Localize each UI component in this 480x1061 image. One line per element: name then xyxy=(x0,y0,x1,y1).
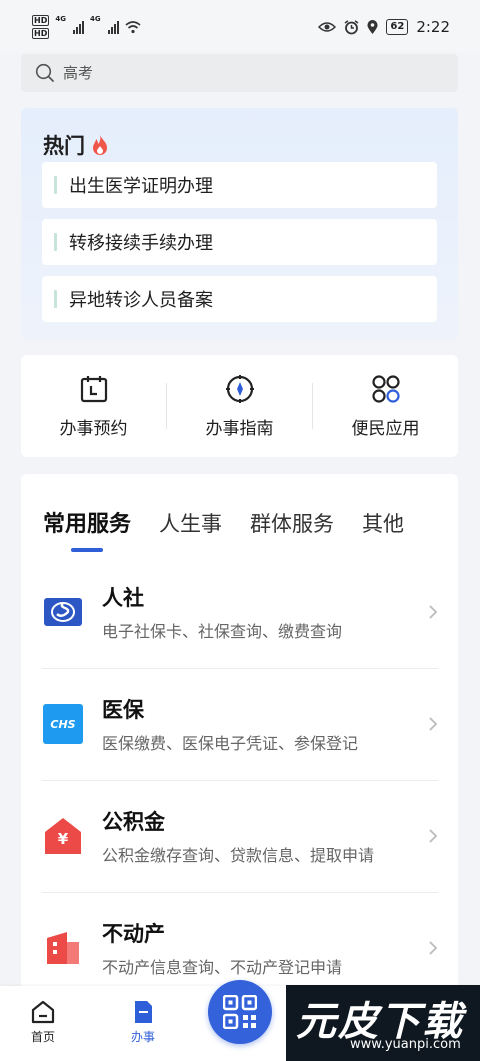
battery-level: 62 xyxy=(386,19,409,35)
service-name: 医保 xyxy=(102,698,144,722)
document-icon xyxy=(135,1001,152,1023)
hot-item-marker xyxy=(54,290,57,308)
status-left: HD HD 4G 4G xyxy=(32,15,141,39)
wifi-icon xyxy=(125,21,141,34)
service-tabs: 常用服务 人生事 群体服务 其他 xyxy=(43,506,404,552)
quick-apps[interactable]: 便民应用 xyxy=(313,374,458,439)
service-desc: 不动产信息查询、不动产登记申请 xyxy=(102,958,343,977)
quick-apps-label: 便民应用 xyxy=(351,418,420,439)
network-type-1: 4G xyxy=(55,15,66,23)
search-icon xyxy=(35,63,54,82)
hot-item-transfer[interactable]: 转移接续手续办理 xyxy=(42,219,437,265)
apps-icon xyxy=(371,374,400,403)
hot-title-label: 热门 xyxy=(43,134,85,158)
watermark-url: www.yuanpi.com xyxy=(350,1037,461,1052)
housing-fund-logo-text: ¥ xyxy=(57,830,69,848)
service-desc: 公积金缴存查询、贷款信息、提取申请 xyxy=(102,846,375,865)
service-desc: 电子社保卡、社保查询、缴费查询 xyxy=(102,622,343,641)
compass-icon xyxy=(225,374,254,403)
signal-icon xyxy=(72,20,84,34)
qr-code-icon xyxy=(223,995,257,1029)
eye-icon xyxy=(318,22,337,32)
quick-guide[interactable]: 办事指南 xyxy=(167,374,312,439)
hot-item-marker xyxy=(54,233,57,251)
chevron-right-icon xyxy=(429,605,438,619)
hd-badge-2: HD xyxy=(32,28,50,39)
hot-item-label: 转移接续手续办理 xyxy=(69,233,213,254)
tab-group-services[interactable]: 群体服务 xyxy=(250,508,334,552)
home-icon xyxy=(31,1000,55,1024)
service-row-medical-insurance[interactable]: CHS 医保 医保缴费、医保电子凭证、参保登记 xyxy=(21,668,458,780)
search-input[interactable] xyxy=(63,64,423,82)
tab-life-events[interactable]: 人生事 xyxy=(159,508,222,552)
quick-actions: 办事预约 办事指南 便民应用 xyxy=(21,355,458,457)
chevron-right-icon xyxy=(429,941,438,955)
service-name: 人社 xyxy=(102,586,144,610)
building-icon xyxy=(47,932,79,964)
service-text: 不动产 不动产信息查询、不动产登记申请 xyxy=(102,918,342,978)
tab-other[interactable]: 其他 xyxy=(362,508,404,552)
service-text: 人社 电子社保卡、社保查询、缴费查询 xyxy=(102,582,342,642)
service-row-housing-fund[interactable]: ¥ 公积金 公积金缴存查询、贷款信息、提取申请 xyxy=(21,780,458,892)
hot-panel: 热门 出生医学证明办理 转移接续手续办理 异地转诊人员备案 xyxy=(21,108,458,340)
quick-guide-label: 办事指南 xyxy=(205,418,274,439)
quick-appointment-label: 办事预约 xyxy=(59,418,128,439)
hd-badge-1: HD xyxy=(32,15,50,26)
housing-fund-icon: ¥ xyxy=(43,816,83,856)
watermark-logo: 元皮下载 www.yuanpi.com xyxy=(286,985,480,1061)
quick-appointment[interactable]: 办事预约 xyxy=(21,374,166,439)
nav-affairs[interactable]: 办事 xyxy=(130,1000,156,1045)
hot-item-birth-certificate[interactable]: 出生医学证明办理 xyxy=(42,162,437,208)
qr-scan-button[interactable] xyxy=(208,980,272,1044)
chevron-right-icon xyxy=(429,829,438,843)
status-bar: HD HD 4G 4G 62 2:22 xyxy=(0,0,480,52)
signal-icon-2 xyxy=(107,20,119,34)
status-right: 62 2:22 xyxy=(318,18,450,36)
service-name: 公积金 xyxy=(102,810,165,834)
si-logo-icon xyxy=(44,598,82,626)
hot-item-marker xyxy=(54,176,57,194)
clock: 2:22 xyxy=(416,18,450,36)
search-bar[interactable] xyxy=(21,54,458,92)
calendar-icon xyxy=(80,375,107,402)
hd-indicators: HD HD xyxy=(32,15,50,39)
nav-affairs-label: 办事 xyxy=(130,1030,155,1044)
hot-item-label: 异地转诊人员备案 xyxy=(69,290,213,311)
hot-item-label: 出生医学证明办理 xyxy=(69,176,213,197)
service-name: 不动产 xyxy=(102,922,165,946)
hot-title: 热门 xyxy=(43,130,109,160)
service-text: 医保 医保缴费、医保电子凭证、参保登记 xyxy=(102,694,358,754)
nav-home[interactable]: 首页 xyxy=(30,1000,56,1045)
location-icon xyxy=(367,19,378,34)
chs-logo-text: CHS xyxy=(50,717,76,731)
service-desc: 医保缴费、医保电子凭证、参保登记 xyxy=(102,734,359,753)
nav-home-label: 首页 xyxy=(30,1030,55,1044)
tab-common-services[interactable]: 常用服务 xyxy=(43,506,131,552)
chs-logo-icon: CHS xyxy=(43,704,83,744)
service-panel: 常用服务 人生事 群体服务 其他 人社 电子社保卡、社保查询、缴费查询 CHS … xyxy=(21,474,458,1014)
service-row-social-security[interactable]: 人社 电子社保卡、社保查询、缴费查询 xyxy=(21,556,458,668)
alarm-icon xyxy=(344,19,359,34)
hot-item-referral[interactable]: 异地转诊人员备案 xyxy=(42,276,437,322)
network-type-2: 4G xyxy=(89,15,101,23)
service-text: 公积金 公积金缴存查询、贷款信息、提取申请 xyxy=(102,806,374,866)
flame-icon xyxy=(93,135,107,155)
chevron-right-icon xyxy=(429,717,438,731)
